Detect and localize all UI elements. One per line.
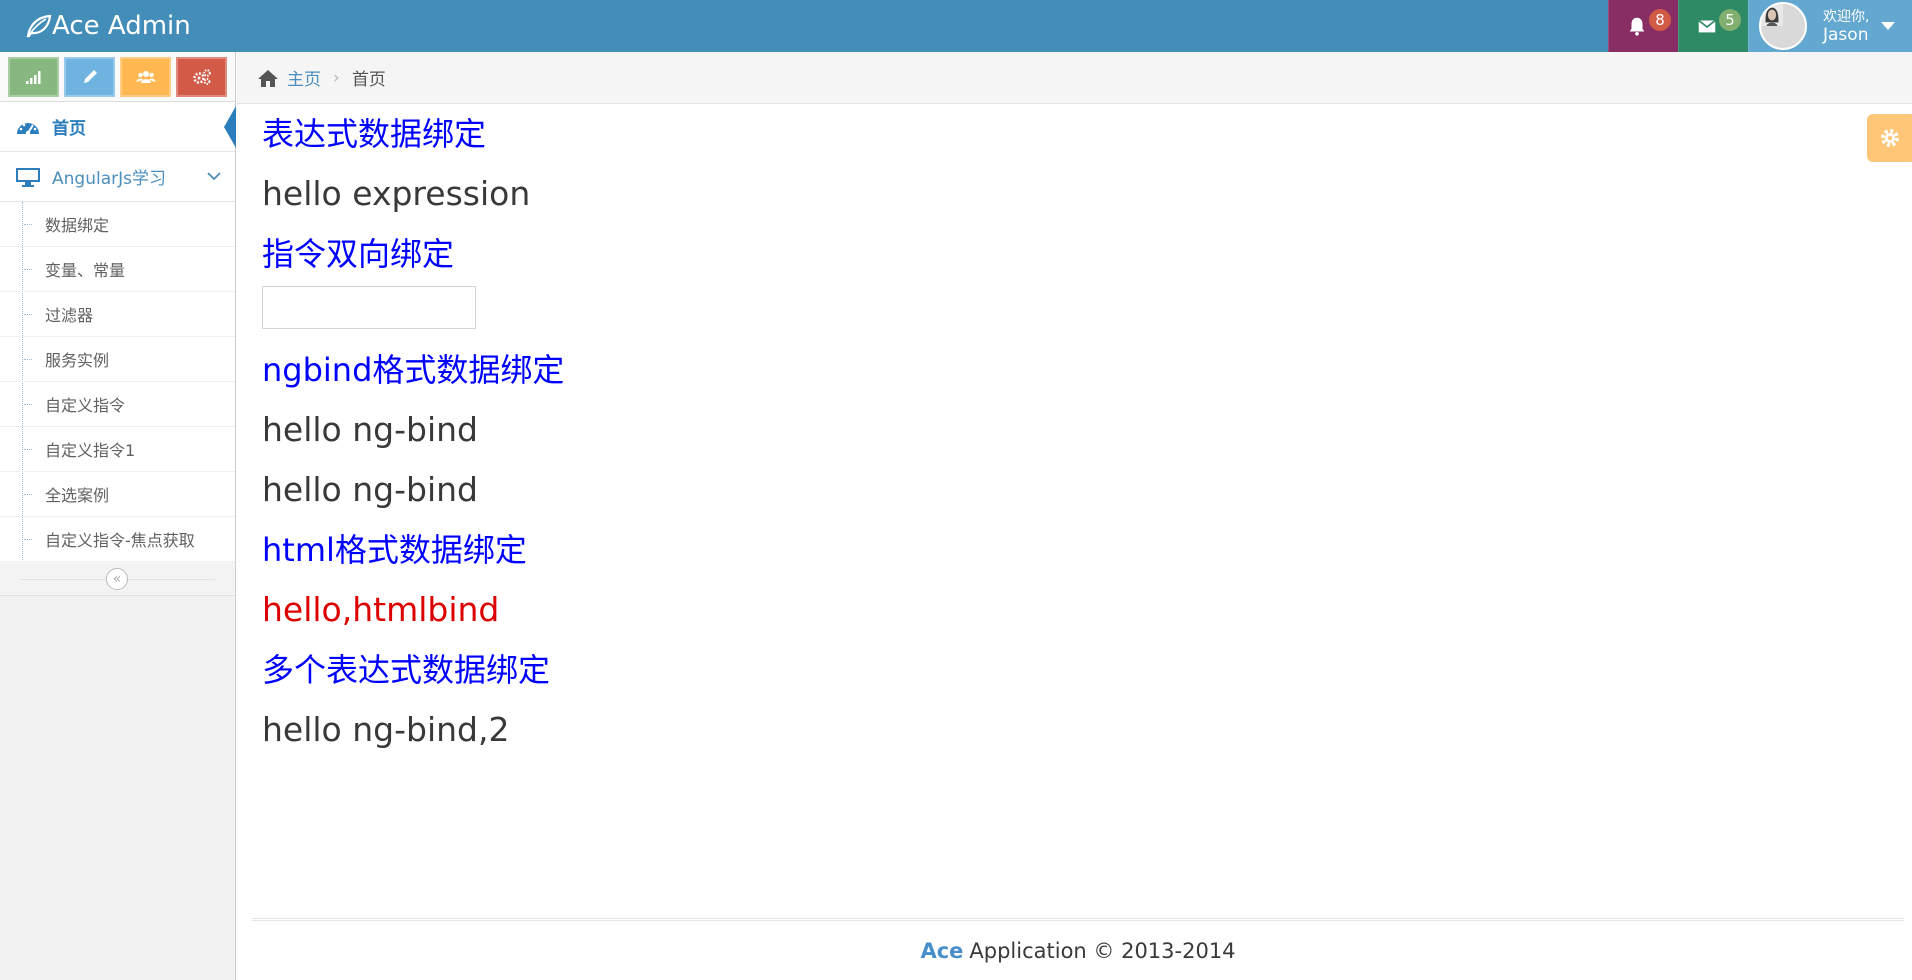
shortcut-pencil-button[interactable] [64,57,115,97]
breadcrumb-current: 首页 [351,70,386,90]
navbar: Ace Admin 8 5 欢迎你, Jason [0,0,1912,52]
text-ngbind-2: hello ng-bind [262,470,478,509]
user-menu[interactable]: 欢迎你, Jason [1748,0,1912,52]
footer-brand: Ace [920,938,964,963]
submenu-item-custom-directive[interactable]: 自定义指令 [0,382,235,427]
envelope-icon [1697,19,1716,33]
submenu-item-select-all[interactable]: 全选案例 [0,472,235,517]
shortcut-cogs-button[interactable] [176,57,227,97]
user-info: 欢迎你, Jason [1823,8,1869,44]
shortcut-signal-button[interactable] [8,57,59,97]
double-angle-left-icon: « [112,571,122,587]
signal-icon [25,71,40,84]
dashboard-icon [14,115,42,139]
submenu-item-data-binding[interactable]: 数据绑定 [0,202,235,247]
avatar [1759,2,1807,50]
heading-ngbind-binding: ngbind格式数据绑定 [262,351,565,389]
cogs-icon [192,69,211,85]
page-content: 表达式数据绑定 hello expression 指令双向绑定 ngbind格式… [262,104,1882,760]
heading-multi-expression-binding: 多个表达式数据绑定 [262,651,551,689]
submenu-item-variables-constants[interactable]: 变量、常量 [0,247,235,292]
chevron-down-icon [207,172,221,181]
brand-title: Ace Admin [52,11,191,41]
two-way-binding-input[interactable] [262,286,476,329]
text-ngbind-multi: hello ng-bind,2 [262,710,510,749]
bell-icon [1629,17,1644,36]
sidebar-collapse-bar: « [0,562,235,596]
messages-button[interactable]: 5 [1678,0,1748,52]
brand[interactable]: Ace Admin [24,8,191,44]
group-icon [136,71,155,83]
heading-html-binding: html格式数据绑定 [262,531,527,569]
text-htmlbind: hello,htmlbind [262,590,500,629]
breadcrumb: 主页 › 首页 [237,52,1912,104]
notifications-button[interactable]: 8 [1608,0,1678,52]
sidebar-item-home[interactable]: 首页 [0,102,236,152]
text-expression: hello expression [262,174,531,213]
breadcrumb-home-link[interactable]: 主页 [287,65,321,90]
submenu-item-service-example[interactable]: 服务实例 [0,337,235,382]
leaf-icon [26,14,52,38]
input-row [262,284,1882,340]
sidebar-item-label: AngularJs学习 [52,169,166,189]
caret-down-icon [1881,22,1896,30]
heading-expression-binding: 表达式数据绑定 [262,115,487,153]
breadcrumb-separator-icon: › [333,67,340,88]
heading-two-way-binding: 指令双向绑定 [262,235,455,273]
text-ngbind-1: hello ng-bind [262,410,478,449]
notifications-badge: 8 [1649,9,1671,31]
messages-badge: 5 [1719,9,1741,31]
shortcut-group-button[interactable] [120,57,171,97]
home-icon [258,69,278,87]
sidebar-collapse-button[interactable]: « [106,568,128,590]
submenu-item-custom-directive-1[interactable]: 自定义指令1 [0,427,235,472]
footer-text: Application © 2013-2014 [969,938,1236,963]
navbar-right: 8 5 欢迎你, Jason [1608,0,1912,52]
footer: Ace Application © 2013-2014 [252,918,1904,980]
sidebar-item-angularjs[interactable]: AngularJs学习 [0,152,235,202]
welcome-text: 欢迎你, [1823,9,1870,25]
sidebar-shortcuts [0,52,235,102]
desktop-icon [14,165,42,189]
submenu-item-custom-directive-focus[interactable]: 自定义指令-焦点获取 [0,517,235,562]
sidebar-item-label: 首页 [52,119,86,139]
submenu-item-filters[interactable]: 过滤器 [0,292,235,337]
pencil-icon [83,70,97,83]
submenu-angularjs: 数据绑定 变量、常量 过滤器 服务实例 自定义指令 自定义指令1 全选案例 自定… [0,202,235,562]
user-name: Jason [1823,25,1869,45]
sidebar: 首页 AngularJs学习 数据绑定 变量、常量 过滤器 服务实例 自定义指令… [0,52,236,980]
